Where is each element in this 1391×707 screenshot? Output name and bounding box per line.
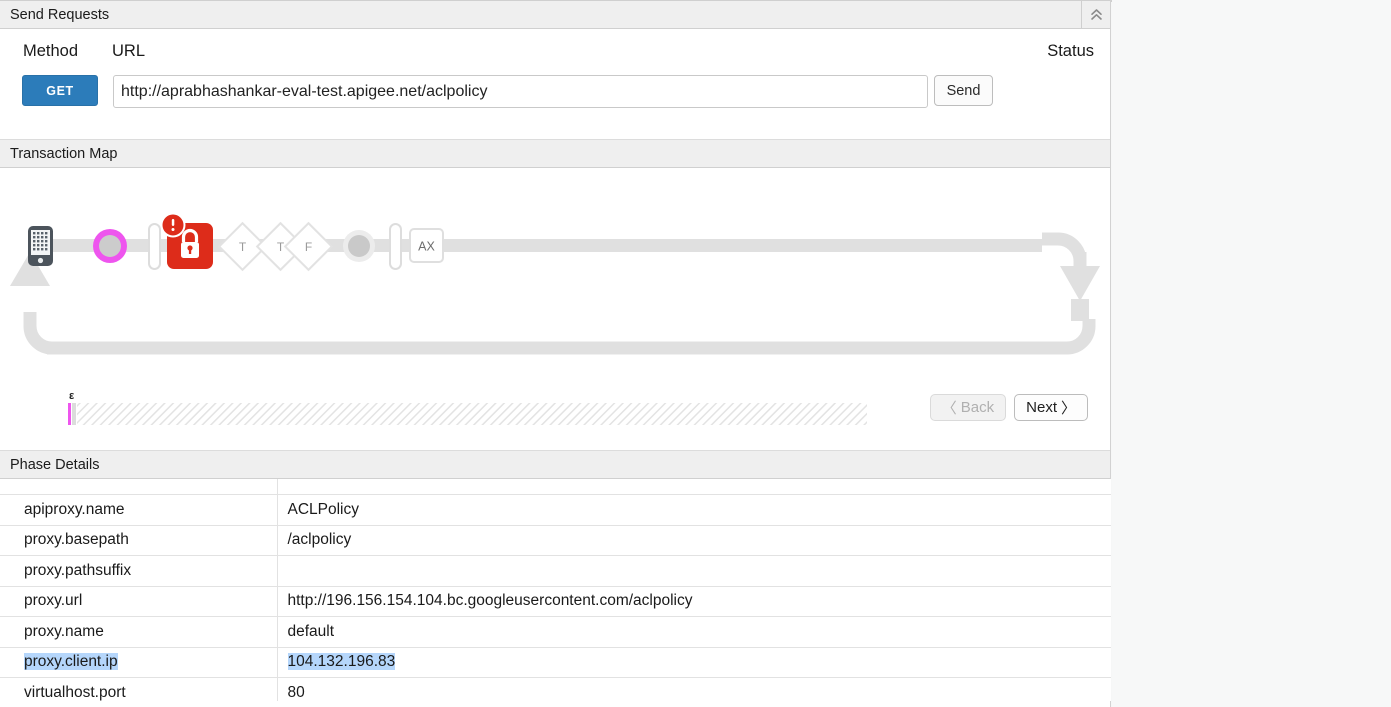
phase-detail-value: 80: [277, 678, 1111, 702]
transaction-map-navigation: 〈 Back Next 〉: [930, 394, 1088, 421]
svg-text:T: T: [239, 240, 247, 254]
request-start-circle-node: [93, 229, 127, 263]
status-label: Status: [1047, 42, 1094, 61]
phase-detail-value: [277, 556, 1111, 587]
method-label: Method: [23, 42, 78, 61]
table-row[interactable]: proxy.name default: [0, 617, 1111, 648]
phase-detail-key-text: proxy.client.ip: [24, 653, 118, 670]
phase-detail-key-text: apiproxy.name: [24, 501, 125, 518]
collapse-panel-icon[interactable]: [1081, 1, 1110, 28]
phase-detail-key-text: proxy.name: [24, 623, 104, 640]
phase-detail-key: proxy.pathsuffix: [0, 556, 277, 587]
phase-detail-key: proxy.url: [0, 586, 277, 617]
request-controls: GET Send: [0, 75, 1110, 109]
phase-details-header: Phase Details: [0, 451, 1110, 479]
condition-diamond-3-node: F: [285, 223, 332, 270]
timeline-scrubber: ε: [68, 390, 867, 425]
phase-detail-key: apiproxy.name: [0, 495, 277, 526]
phase-detail-key-text: proxy.basepath: [24, 531, 129, 548]
table-row[interactable]: proxy.basepath/aclpolicy: [0, 525, 1111, 556]
phase-detail-key-text: proxy.pathsuffix: [24, 562, 131, 579]
phase-details-title: Phase Details: [10, 457, 99, 473]
back-button-label: Back: [961, 399, 994, 416]
phase-detail-value: http://196.156.154.104.bc.googleusercont…: [277, 586, 1111, 617]
phase-detail-key: proxy.basepath: [0, 525, 277, 556]
phase-detail-key: proxy.name: [0, 617, 277, 648]
table-row[interactable]: proxy.pathsuffix: [0, 556, 1111, 587]
send-requests-panel: Method URL Status GET Send: [0, 29, 1110, 140]
phase-details-table: apiproxy.name ACLPolicy proxy.basepath/acl…: [0, 479, 1111, 701]
method-select-get-button[interactable]: GET: [22, 75, 98, 106]
table-row[interactable]: proxy.client.ip 104.132.196.83: [0, 647, 1111, 678]
phase-detail-value: [277, 479, 1111, 495]
target-endpoint-bar-node: [390, 224, 401, 269]
phase-detail-key: virtualhost.port: [0, 678, 277, 702]
client-device-icon: [28, 226, 53, 266]
phase-detail-value-text: ACLPolicy: [288, 501, 360, 518]
phase-detail-value-text: 80: [288, 684, 305, 701]
proxy-endpoint-bar-node: [149, 224, 160, 269]
next-button-label: Next: [1026, 399, 1057, 416]
back-button[interactable]: 〈 Back: [930, 394, 1006, 421]
phase-detail-value-text: /aclpolicy: [288, 531, 352, 548]
apigee-trace-window: Send Requests Method URL Status GET Send: [0, 0, 1391, 707]
main-column: Send Requests Method URL Status GET Send: [0, 0, 1111, 707]
table-row[interactable]: virtualhost.port 80: [0, 678, 1111, 702]
phase-detail-value: /aclpolicy: [277, 525, 1111, 556]
phase-detail-key: [0, 479, 277, 495]
svg-text:AX: AX: [418, 240, 435, 254]
transaction-map-panel: T T F: [0, 168, 1110, 451]
phase-detail-value: 104.132.196.83: [277, 647, 1111, 678]
table-row[interactable]: apiproxy.name ACLPolicy: [0, 495, 1111, 526]
next-button[interactable]: Next 〉: [1014, 394, 1088, 421]
table-row[interactable]: [0, 479, 1111, 495]
phase-detail-key: proxy.client.ip: [0, 647, 277, 678]
svg-text:T: T: [277, 240, 285, 254]
phase-details-scroll-area[interactable]: apiproxy.name ACLPolicy proxy.basepath/acl…: [0, 479, 1111, 701]
request-url-input[interactable]: [113, 75, 928, 108]
phase-detail-value: ACLPolicy: [277, 495, 1111, 526]
phase-detail-key-text: virtualhost.port: [24, 684, 126, 701]
response-circle-node: [343, 230, 375, 262]
request-field-labels: Method URL Status: [0, 42, 1110, 66]
analytics-ax-node: AX: [410, 229, 443, 262]
transaction-map-title: Transaction Map: [10, 146, 117, 162]
phase-detail-value-text: default: [288, 623, 335, 640]
error-policy-lock-node: [162, 214, 214, 270]
phase-detail-value-text: http://196.156.154.104.bc.googleusercont…: [288, 592, 693, 609]
svg-text:ε: ε: [69, 390, 75, 402]
next-chevron-icon: 〉: [1061, 397, 1076, 418]
phase-details-panel: apiproxy.name ACLPolicy proxy.basepath/acl…: [0, 479, 1110, 707]
send-request-button[interactable]: Send: [934, 75, 993, 106]
table-row[interactable]: proxy.url http://196.156.154.104.bc.googl…: [0, 586, 1111, 617]
transaction-map-header: Transaction Map: [0, 140, 1110, 168]
phase-detail-value: default: [277, 617, 1111, 648]
phase-detail-value-text: 104.132.196.83: [288, 653, 396, 670]
url-label: URL: [112, 42, 145, 61]
send-requests-title: Send Requests: [10, 7, 109, 23]
right-empty-pane: [1112, 0, 1391, 707]
phase-detail-key-text: proxy.url: [24, 592, 82, 609]
send-requests-header: Send Requests: [0, 0, 1110, 29]
back-chevron-icon: 〈: [942, 397, 957, 418]
svg-text:F: F: [305, 240, 312, 254]
